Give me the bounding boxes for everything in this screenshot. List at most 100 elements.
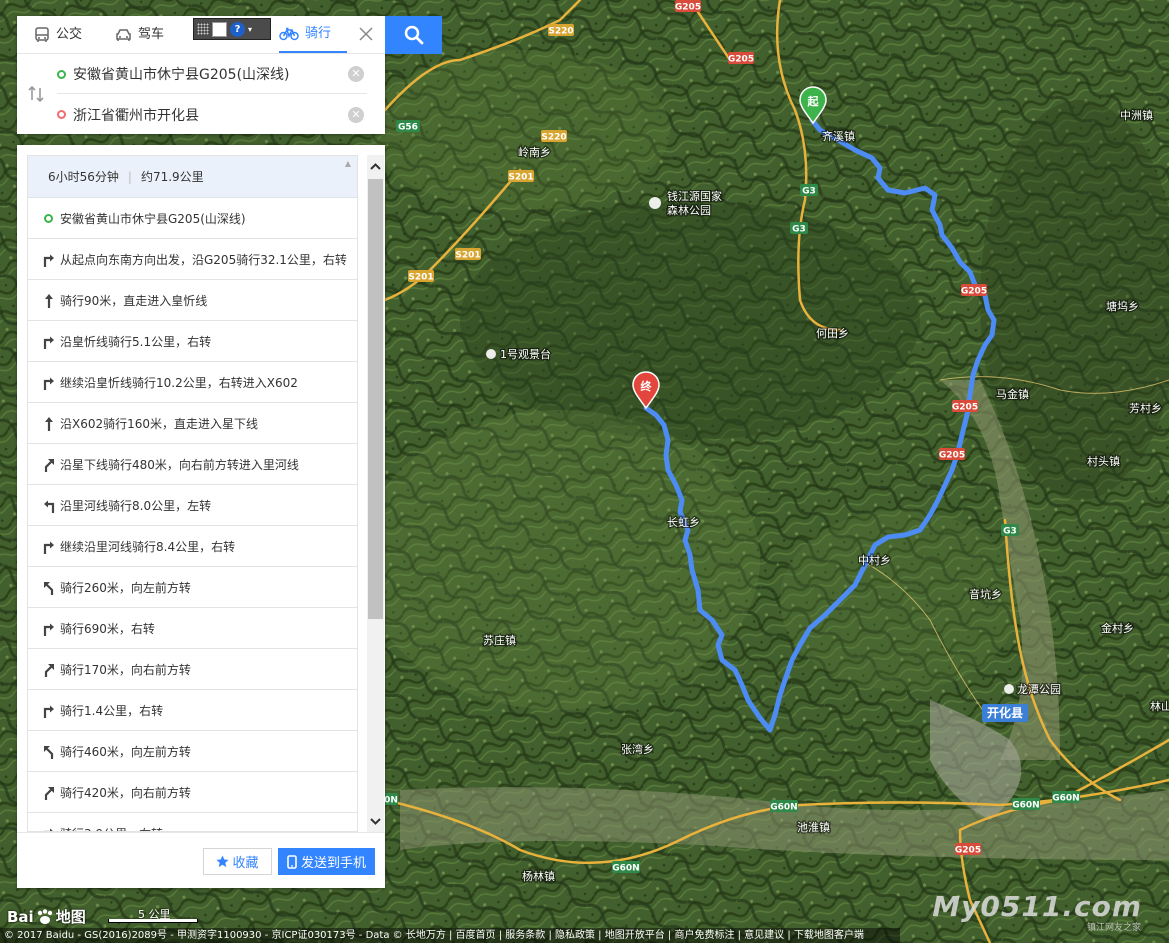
tab-cycling[interactable]: 骑行 [279, 16, 347, 53]
county-label[interactable]: 开化县 [982, 704, 1028, 722]
svg-text:村头镇: 村头镇 [1087, 454, 1120, 468]
scale-bar [108, 919, 198, 923]
scroll-up-icon[interactable] [367, 155, 384, 177]
svg-text:龙潭公园: 龙潭公园 [1017, 683, 1061, 696]
star-icon [216, 855, 230, 868]
straight-icon [41, 292, 56, 308]
route-step[interactable]: 骑行1.4公里，右转 [28, 690, 357, 731]
route-step[interactable]: 继续沿里河线骑行8.4公里，右转 [28, 526, 357, 567]
dropdown-icon[interactable]: ▾ [248, 25, 252, 34]
clear-destination-icon[interactable]: ✕ [348, 106, 364, 123]
svg-text:马金镇: 马金镇 [996, 387, 1029, 401]
bear-left-icon [41, 743, 56, 759]
turn-right-icon [41, 702, 56, 718]
svg-text:池淮镇: 池淮镇 [797, 820, 830, 834]
turn-right-icon [41, 374, 56, 390]
search-button[interactable] [385, 16, 442, 54]
tab-car-label: 驾车 [138, 26, 165, 42]
phone-icon [287, 854, 297, 869]
directions-list[interactable]: 6小时56分钟 | 约71.9公里 ▲ 安徽省黄山市休宁县G205(山深线) 从起… [27, 155, 358, 832]
send-to-phone-button[interactable]: 发送到手机 [278, 848, 375, 875]
svg-text:芳村乡: 芳村乡 [1129, 401, 1162, 415]
turn-right-icon [41, 538, 56, 554]
origin-text[interactable]: 安徽省黄山市休宁县G205(山深线) [73, 64, 290, 84]
route-step-text: 骑行170米，向右前方转 [60, 662, 191, 677]
svg-text:终: 终 [641, 379, 653, 393]
svg-text:G3: G3 [792, 225, 806, 235]
route-step-text: 沿里河线骑行8.0公里，左转 [60, 498, 212, 513]
route-step[interactable]: 沿皇忻线骑行5.1公里，右转 [28, 321, 357, 362]
tab-car[interactable]: 驾车 [115, 16, 164, 53]
park-icon [1004, 684, 1014, 694]
turn-right-icon [41, 251, 56, 267]
route-step-text: 骑行3.9公里，右转 [60, 825, 163, 832]
svg-text:G60N: G60N [1012, 801, 1039, 811]
paw-icon [37, 908, 52, 924]
bear-left-icon [41, 579, 56, 595]
route-step[interactable]: 安徽省黄山市休宁县G205(山深线) [28, 198, 357, 239]
route-step-text: 沿星下线骑行480米，向右前方转进入里河线 [60, 457, 299, 472]
svg-text:开化县: 开化县 [987, 705, 1023, 720]
svg-text:齐溪镇: 齐溪镇 [822, 129, 855, 143]
tab-cycling-label: 骑行 [305, 25, 332, 41]
route-step[interactable]: 从起点向东南方向出发，沿G205骑行32.1公里，右转 [28, 239, 357, 280]
checkbox-icon[interactable] [212, 21, 227, 37]
route-step[interactable]: 骑行690米，右转 [28, 608, 357, 649]
route-step-text: 骑行260米，向左前方转 [60, 580, 191, 595]
route-step[interactable]: 骑行260米，向左前方转 [28, 567, 357, 608]
route-step[interactable]: 骑行420米，向右前方转 [28, 772, 357, 813]
bear-right-icon [41, 456, 56, 472]
route-summary[interactable]: 6小时56分钟 | 约71.9公里 ▲ [28, 156, 357, 198]
swap-icon[interactable] [27, 85, 45, 103]
turn-right-icon [41, 620, 56, 636]
route-step[interactable]: 继续沿皇忻线骑行10.2公里，右转进入X602 [28, 362, 357, 403]
destination-field[interactable]: 浙江省衢州市开化县 ✕ [57, 95, 367, 134]
svg-text:G205: G205 [939, 451, 965, 461]
route-step[interactable]: 骑行170米，向右前方转 [28, 649, 357, 690]
start-dot-icon [41, 210, 56, 226]
origin-field[interactable]: 安徽省黄山市休宁县G205(山深线) ✕ [57, 55, 367, 94]
route-step[interactable]: 骑行90米，直走进入皇忻线 [28, 280, 357, 321]
panel-footer: 收藏 发送到手机 [17, 832, 385, 888]
scroll-down-icon[interactable] [367, 810, 384, 832]
clear-origin-icon[interactable]: ✕ [348, 66, 364, 82]
svg-text:张湾乡: 张湾乡 [621, 742, 654, 756]
help-icon[interactable]: ? [230, 21, 245, 37]
close-icon[interactable] [357, 25, 375, 43]
svg-text:S220: S220 [548, 27, 573, 37]
bear-right-icon [41, 784, 56, 800]
favorite-label: 收藏 [232, 856, 259, 871]
svg-text:G3: G3 [1003, 527, 1017, 537]
collapse-icon[interactable]: ▲ [345, 159, 351, 168]
favorite-button[interactable]: 收藏 [203, 848, 272, 875]
tab-bus[interactable]: 公交 [34, 16, 82, 53]
destination-text[interactable]: 浙江省衢州市开化县 [73, 105, 199, 125]
route-step-text: 继续沿皇忻线骑行10.2公里，右转进入X602 [60, 375, 298, 390]
svg-text:G205: G205 [675, 3, 701, 13]
watermark-subtitle: 镇江网友之家 [1086, 923, 1141, 933]
screenshot-toolbar[interactable]: ? ▾ [193, 18, 271, 40]
copyright-bar[interactable]: © 2017 Baidu - GS(2016)2089号 - 甲测资字11009… [0, 928, 900, 943]
route-step[interactable]: 沿里河线骑行8.0公里，左转 [28, 485, 357, 526]
route-step[interactable]: 骑行460米，向左前方转 [28, 731, 357, 772]
route-step[interactable]: 沿星下线骑行480米，向右前方转进入里河线 [28, 444, 357, 485]
svg-text:G205: G205 [952, 403, 978, 413]
route-step[interactable]: 骑行3.9公里，右转 [28, 813, 357, 832]
svg-text:何田乡: 何田乡 [816, 327, 849, 340]
route-step[interactable]: 沿X602骑行160米，直走进入星下线 [28, 403, 357, 444]
route-step-text: 安徽省黄山市休宁县G205(山深线) [60, 211, 246, 226]
svg-text:G205: G205 [955, 846, 981, 856]
route-step-text: 沿皇忻线骑行5.1公里，右转 [60, 334, 212, 349]
route-duration: 6小时56分钟 [48, 170, 119, 184]
svg-text:长虹乡: 长虹乡 [667, 516, 700, 529]
turn-right-icon [41, 333, 56, 349]
route-step-text: 骑行460米，向左前方转 [60, 744, 191, 759]
baidu-map-logo[interactable]: Bai 地图 [7, 906, 86, 927]
scroll-thumb[interactable] [368, 179, 383, 619]
bus-icon [35, 26, 49, 42]
scrollbar[interactable] [367, 155, 384, 832]
grid-icon[interactable] [197, 23, 209, 35]
send-to-phone-label: 发送到手机 [300, 856, 366, 871]
svg-text:G205: G205 [728, 55, 754, 65]
bicycle-icon [279, 27, 299, 40]
